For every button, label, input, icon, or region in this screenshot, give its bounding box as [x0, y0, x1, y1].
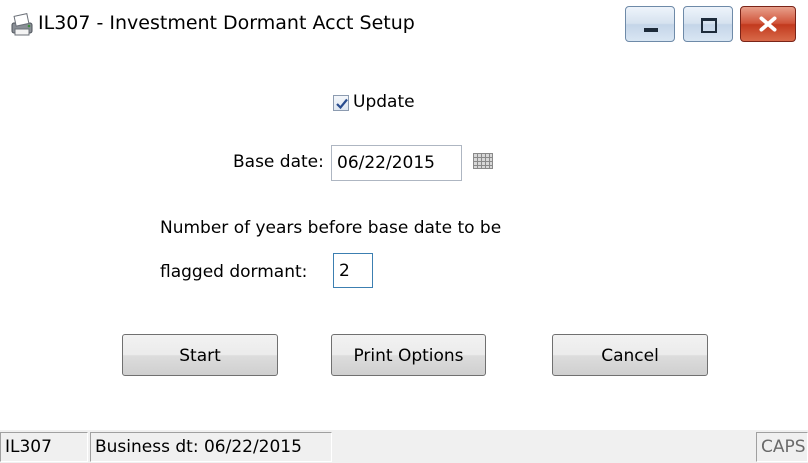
base-date-field[interactable]: [331, 145, 462, 181]
status-business-date: Business dt: 06/22/2015: [90, 432, 332, 462]
years-label-line1: Number of years before base date to be: [160, 218, 502, 238]
maximize-button[interactable]: [683, 6, 733, 42]
close-icon: [759, 16, 777, 32]
status-bar: IL307 Business dt: 06/22/2015 CAPS: [0, 430, 808, 463]
checkmark-icon: [336, 98, 348, 110]
update-label: Update: [353, 92, 415, 112]
print-options-button[interactable]: Print Options: [331, 334, 486, 376]
minimize-icon: [644, 28, 658, 32]
window-title: IL307 - Investment Dormant Acct Setup: [38, 12, 415, 34]
printer-icon: [9, 11, 37, 39]
title-bar[interactable]: IL307 - Investment Dormant Acct Setup: [0, 0, 808, 50]
minimize-button[interactable]: [625, 6, 675, 42]
start-button[interactable]: Start: [122, 334, 278, 376]
maximize-icon: [701, 18, 717, 33]
base-date-label: Base date:: [233, 152, 324, 172]
status-caps: CAPS: [756, 432, 808, 462]
cancel-button[interactable]: Cancel: [552, 334, 708, 376]
status-program: IL307: [0, 432, 88, 462]
calendar-icon[interactable]: [473, 153, 493, 169]
years-dormant-field[interactable]: [333, 253, 373, 288]
update-checkbox[interactable]: [333, 95, 349, 111]
close-button[interactable]: [740, 6, 796, 42]
years-label-line2: flagged dormant:: [160, 262, 308, 282]
